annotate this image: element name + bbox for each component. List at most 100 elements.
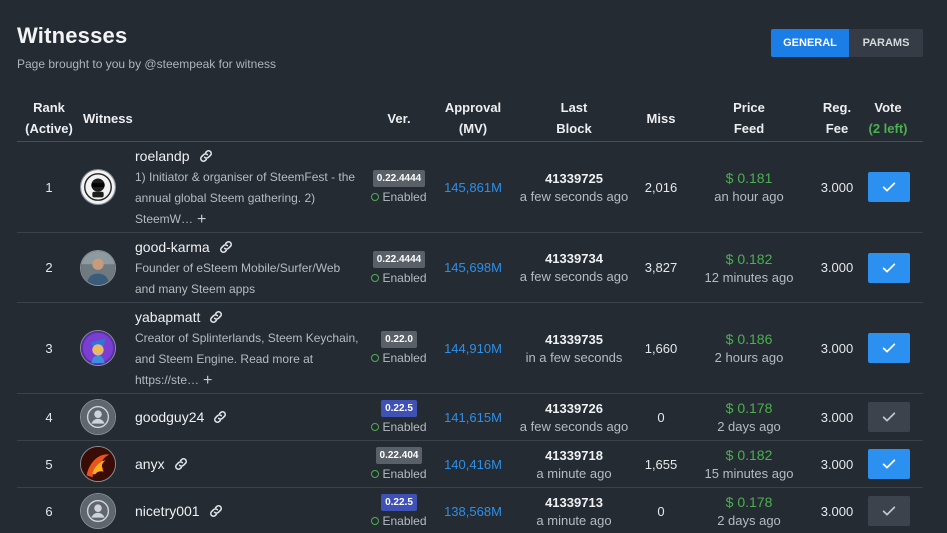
block-number[interactable]: 41339734 <box>545 251 603 266</box>
header-approval[interactable]: Approval (MV) <box>435 94 511 142</box>
version-badge: 0.22.5 <box>381 400 417 417</box>
approval-value[interactable]: 138,568M <box>435 488 511 533</box>
vote-button[interactable] <box>867 172 910 202</box>
miss-count: 3,827 <box>644 260 678 275</box>
block-time: a few seconds ago <box>519 188 629 204</box>
witness-name[interactable]: anyx <box>135 456 165 472</box>
block-number[interactable]: 41339725 <box>545 171 603 186</box>
price-time: 2 hours ago <box>714 350 784 365</box>
witness-name[interactable]: goodguy24 <box>135 409 204 425</box>
vote-button[interactable] <box>867 402 910 432</box>
version-cell: 0.22.5 Enabled <box>369 488 429 533</box>
approval-value[interactable]: 145,861M <box>435 142 511 232</box>
avatar[interactable] <box>80 249 116 286</box>
reg-fee: 3.000 <box>820 503 854 519</box>
witness-description-line: and Steem Engine. Read more at <box>135 351 314 366</box>
link-icon[interactable] <box>173 456 189 472</box>
approval-value[interactable]: 140,416M <box>435 441 511 487</box>
header-witness[interactable]: Witness <box>83 94 143 142</box>
approval-value[interactable]: 145,698M <box>435 233 511 302</box>
status-text: Enabled <box>382 420 427 434</box>
avatar[interactable] <box>80 446 116 482</box>
version-cell: 0.22.404 Enabled <box>369 441 429 487</box>
header-price-feed[interactable]: Price Feed <box>689 94 809 142</box>
header-vote: Vote (2 left) <box>868 100 908 136</box>
last-block-cell: 41339718 a minute ago <box>512 441 636 487</box>
block-number[interactable]: 41339726 <box>545 401 603 416</box>
price-time: an hour ago <box>714 189 784 204</box>
header-miss[interactable]: Miss <box>635 94 687 142</box>
reg-fee: 3.000 <box>820 340 854 356</box>
header-version[interactable]: Ver. <box>369 94 429 142</box>
avatar[interactable] <box>80 493 116 529</box>
approval-value[interactable]: 144,910M <box>435 303 511 393</box>
block-time: a minute ago <box>536 512 612 528</box>
avatar[interactable] <box>80 399 116 435</box>
block-number[interactable]: 41339713 <box>545 495 603 510</box>
table-body: 1 roelandp 1) Initiator & organiser of Ste… <box>17 142 923 533</box>
version-cell: 0.22.5 Enabled <box>369 394 429 440</box>
witness-info: yabapmatt Creator of Splinterlands, Steem… <box>135 303 365 393</box>
witness-name[interactable]: nicetry001 <box>135 503 200 519</box>
price-time: 12 minutes ago <box>704 269 794 285</box>
witness-table: Rank (Active) Witness Ver. Approval (MV)… <box>17 94 923 533</box>
price-feed-cell: $ 0.186 2 hours ago <box>689 303 809 393</box>
status-dot-icon <box>371 354 380 362</box>
version-badge: 0.22.5 <box>381 494 417 511</box>
header-last-block[interactable]: Last Block <box>512 94 636 142</box>
price-feed-cell: $ 0.178 2 days ago <box>689 488 809 533</box>
block-time: a few seconds ago <box>519 418 629 434</box>
status-dot-icon <box>371 273 380 282</box>
price-value: $ 0.178 <box>725 494 773 510</box>
reg-fee: 3.000 <box>820 260 854 275</box>
witness-name[interactable]: yabapmatt <box>135 309 200 325</box>
page-subtitle: Page brought to you by @steempeak for wi… <box>17 57 276 71</box>
status-text: Enabled <box>382 514 427 528</box>
price-value: $ 0.182 <box>725 250 773 267</box>
miss-count: 0 <box>657 503 665 519</box>
approval-value[interactable]: 141,615M <box>435 394 511 440</box>
check-icon <box>881 456 897 472</box>
witness-description-line: SteemW… + <box>135 210 207 228</box>
witness-rank: 6 <box>45 503 53 519</box>
link-icon[interactable] <box>198 148 214 164</box>
vote-button[interactable] <box>867 449 910 479</box>
link-icon[interactable] <box>208 309 224 325</box>
vote-button[interactable] <box>867 252 910 283</box>
price-time: 15 minutes ago <box>704 466 794 481</box>
table-row: 1 roelandp 1) Initiator & organiser of Ste… <box>17 142 923 233</box>
witness-description-line: Founder of eSteem Mobile/Surfer/Web <box>135 260 341 275</box>
witness-name[interactable]: good-karma <box>135 239 210 255</box>
miss-count: 2,016 <box>644 179 678 195</box>
link-icon[interactable] <box>212 409 228 425</box>
check-icon <box>881 409 897 425</box>
avatar[interactable] <box>80 330 116 366</box>
plus-icon[interactable]: + <box>203 372 212 389</box>
witness-rank: 2 <box>45 260 53 275</box>
witness-rank: 4 <box>45 409 53 425</box>
witness-info: nicetry001 <box>135 488 365 533</box>
last-block-cell: 41339725 a few seconds ago <box>512 142 636 232</box>
check-icon <box>881 503 897 519</box>
status-dot-icon <box>371 193 380 201</box>
table-row: 5 anyx 0.22.404 Enabled 140,416M 41339718 a mi… <box>17 441 923 488</box>
vote-button[interactable] <box>867 333 910 363</box>
vote-button[interactable] <box>867 496 910 526</box>
price-value: $ 0.178 <box>725 400 773 416</box>
plus-icon[interactable]: + <box>197 211 206 228</box>
block-number[interactable]: 41339718 <box>545 448 603 463</box>
link-icon[interactable] <box>208 503 224 519</box>
witness-name[interactable]: roelandp <box>135 148 190 164</box>
tab-general[interactable]: GENERAL <box>771 29 849 57</box>
link-icon[interactable] <box>218 239 234 255</box>
price-feed-cell: $ 0.182 12 minutes ago <box>689 233 809 302</box>
header-rank[interactable]: Rank (Active) <box>17 94 81 142</box>
status-text: Enabled <box>382 351 427 365</box>
block-time: a minute ago <box>536 465 612 481</box>
tab-params[interactable]: PARAMS <box>849 29 923 57</box>
reg-fee: 3.000 <box>820 456 854 472</box>
avatar[interactable] <box>80 169 116 205</box>
block-number[interactable]: 41339735 <box>545 332 603 347</box>
reg-fee: 3.000 <box>820 179 854 195</box>
header-reg-fee[interactable]: Reg. Fee <box>812 94 862 142</box>
